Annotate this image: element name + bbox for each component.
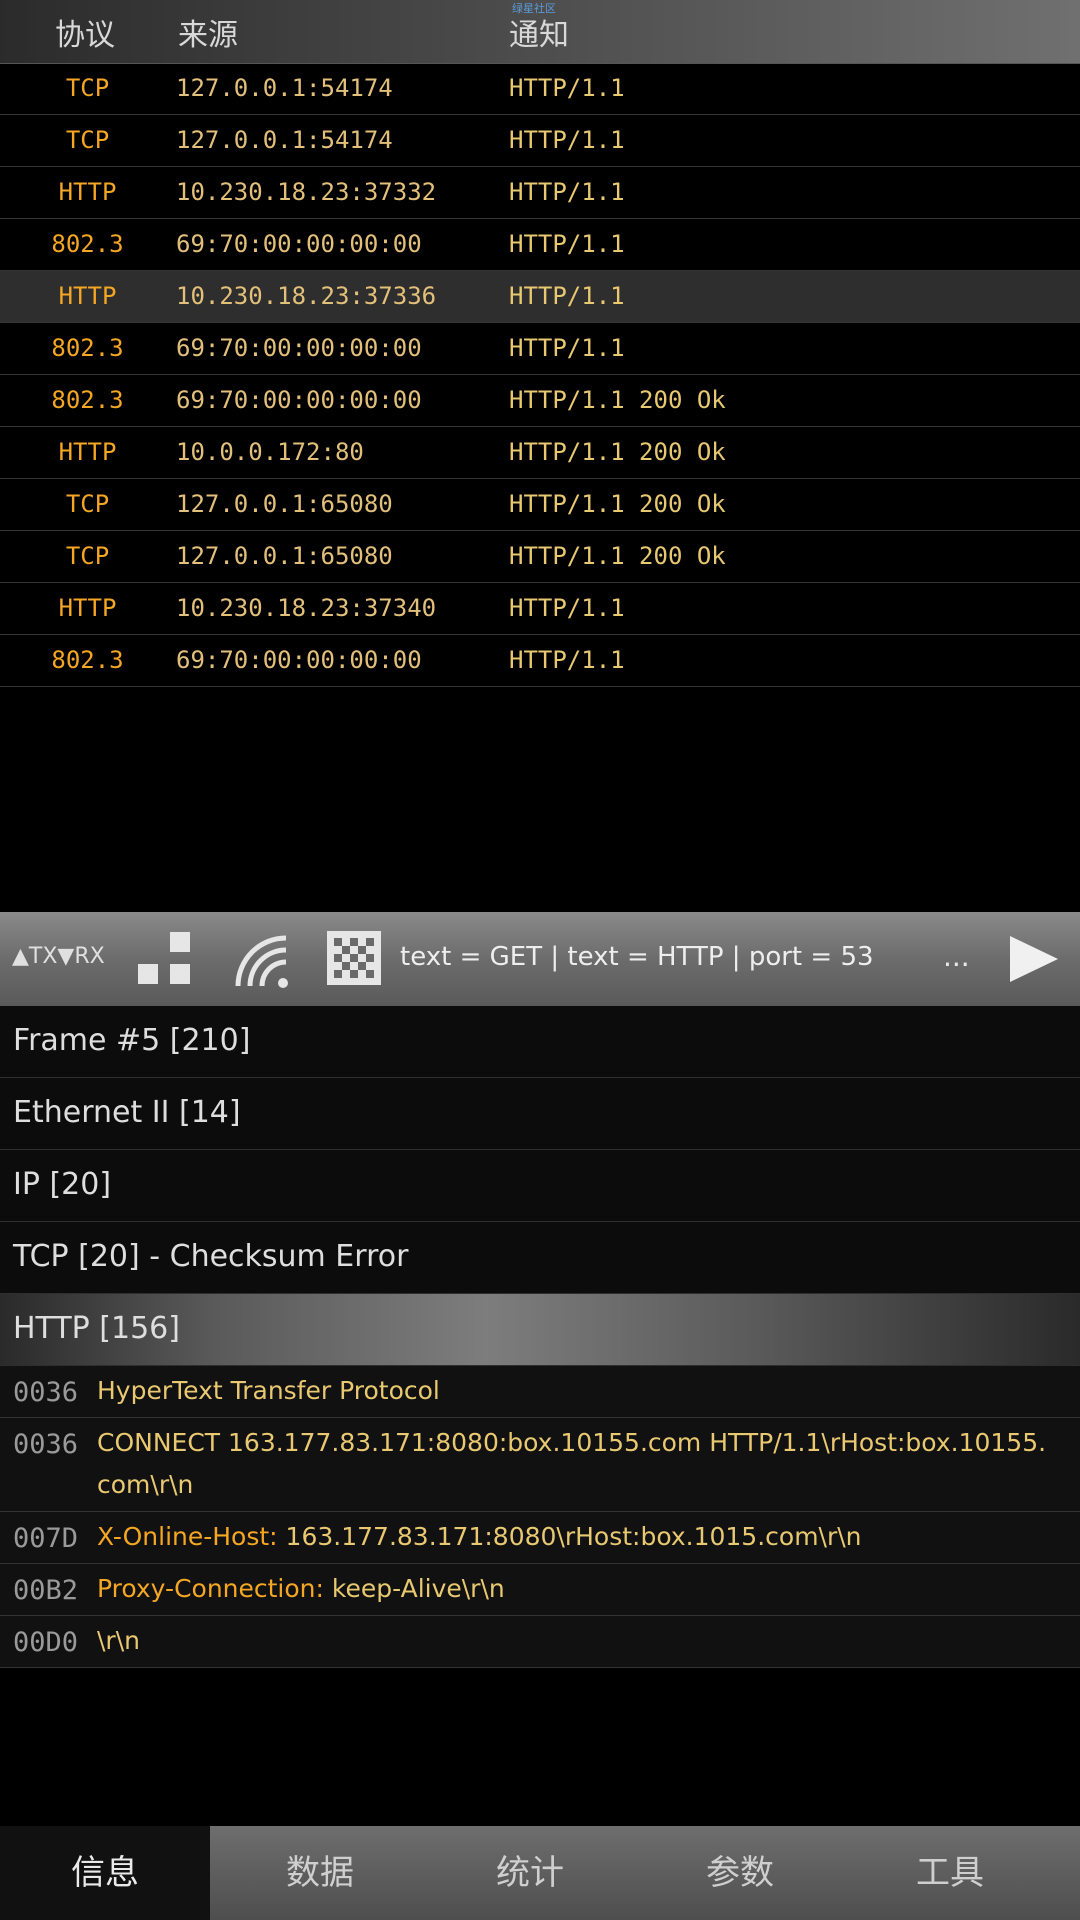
hex-text: CONNECT 163.177.83.171:8080:box.10155.co… [97, 1428, 1047, 1499]
packet-source: 69:70:00:00:00:00 [176, 230, 422, 258]
packet-protocol: 802.3 [51, 646, 124, 674]
tab-params[interactable]: 参数 [635, 1826, 845, 1920]
column-header: 绿星社区 协议 来源 通知 [0, 0, 1080, 64]
hex-text: keep-Alive\r\n [323, 1574, 505, 1603]
packet-notify: HTTP/1.1 200 Ok [509, 542, 726, 570]
packet-source: 127.0.0.1:65080 [176, 542, 393, 570]
packet-protocol: HTTP [58, 282, 117, 310]
wifi-icon[interactable] [230, 930, 290, 994]
hex-text: \r\n [97, 1626, 140, 1655]
packet-protocol: 802.3 [51, 230, 124, 258]
section-label: Ethernet II [14] [13, 1095, 241, 1130]
packet-protocol: TCP [65, 74, 110, 102]
packet-row[interactable]: 802.3 69:70:00:00:00:00 HTTP/1.1 [0, 635, 1080, 687]
packet-source: 10.0.0.172:80 [176, 438, 364, 466]
packet-notify: HTTP/1.1 [509, 646, 625, 674]
section-label: HTTP [156] [13, 1311, 180, 1346]
packet-notify: HTTP/1.1 [509, 334, 625, 362]
packet-notify: HTTP/1.1 [509, 594, 625, 622]
packet-row-selected[interactable]: HTTP 10.230.18.23:37336 HTTP/1.1 [0, 271, 1080, 323]
packet-source: 127.0.0.1:54174 [176, 74, 393, 102]
packet-notify: HTTP/1.1 [509, 126, 625, 154]
packet-source: 10.230.18.23:37340 [176, 594, 437, 622]
packet-notify: HTTP/1.1 200 Ok [509, 438, 726, 466]
hex-offset: 00D0 [13, 1627, 79, 1658]
filter-expression[interactable]: text = GET | text = HTTP | port = 53 [400, 942, 874, 972]
packet-row[interactable]: 802.3 69:70:00:00:00:00 HTTP/1.1 200 Ok [0, 375, 1080, 427]
packet-notify: HTTP/1.1 [509, 282, 625, 310]
hex-line[interactable]: 0036 HyperText Transfer Protocol [0, 1366, 1080, 1418]
play-icon[interactable] [1008, 934, 1060, 988]
packet-row[interactable]: TCP 127.0.0.1:54174 HTTP/1.1 [0, 115, 1080, 167]
section-tcp[interactable]: TCP [20] - Checksum Error [0, 1222, 1080, 1294]
packet-source: 10.230.18.23:37336 [176, 282, 437, 310]
packet-protocol: TCP [65, 126, 110, 154]
section-ethernet[interactable]: Ethernet II [14] [0, 1078, 1080, 1150]
packet-notify: HTTP/1.1 [509, 74, 625, 102]
header-notify[interactable]: 通知 [509, 10, 569, 54]
hex-offset: 0036 [13, 1377, 79, 1408]
packet-row[interactable]: 802.3 69:70:00:00:00:00 HTTP/1.1 [0, 219, 1080, 271]
packet-source: 69:70:00:00:00:00 [176, 386, 422, 414]
packet-notify: HTTP/1.1 [509, 230, 625, 258]
layout-icon[interactable] [136, 930, 192, 990]
section-frame[interactable]: Frame #5 [210] [0, 1006, 1080, 1078]
packet-row[interactable]: HTTP 10.230.18.23:37340 HTTP/1.1 [0, 583, 1080, 635]
grid-icon[interactable] [326, 930, 382, 990]
packet-row[interactable]: TCP 127.0.0.1:54174 HTTP/1.1 [0, 63, 1080, 115]
packet-protocol: TCP [65, 490, 110, 518]
bottom-tab-bar: 信息 数据 统计 参数 工具 [0, 1826, 1080, 1920]
more-button[interactable]: ... [943, 940, 970, 973]
hex-text: 163.177.83.171:8080\rHost:box.1015.com\r… [277, 1522, 862, 1551]
packet-list: TCP 127.0.0.1:54174 HTTP/1.1 TCP 127.0.0.1:… [0, 63, 1080, 687]
packet-row[interactable]: HTTP 10.0.0.172:80 HTTP/1.1 200 Ok [0, 427, 1080, 479]
hex-line[interactable]: 007D X-Online-Host: 163.177.83.171:8080\… [0, 1512, 1080, 1564]
packet-protocol: HTTP [58, 594, 117, 622]
packet-row[interactable]: 802.3 69:70:00:00:00:00 HTTP/1.1 [0, 323, 1080, 375]
hex-line[interactable]: 0036 CONNECT 163.177.83.171:8080:box.101… [0, 1418, 1080, 1512]
section-label: TCP [20] - Checksum Error [13, 1239, 409, 1274]
header-protocol[interactable]: 协议 [55, 10, 115, 54]
packet-source: 69:70:00:00:00:00 [176, 646, 422, 674]
txrx-toggle[interactable]: ▲TX▼RX [12, 944, 105, 969]
packet-notify: HTTP/1.1 200 Ok [509, 490, 726, 518]
section-http[interactable]: HTTP [156] [0, 1294, 1080, 1366]
hex-offset: 007D [13, 1523, 79, 1554]
packet-source: 127.0.0.1:54174 [176, 126, 393, 154]
tab-data[interactable]: 数据 [215, 1826, 425, 1920]
hex-line[interactable]: 00B2 Proxy-Connection: keep-Alive\r\n [0, 1564, 1080, 1616]
tab-stats[interactable]: 统计 [425, 1826, 635, 1920]
packet-notify: HTTP/1.1 [509, 178, 625, 206]
hex-offset: 00B2 [13, 1575, 79, 1606]
hex-key: X-Online-Host: [97, 1522, 278, 1551]
section-ip[interactable]: IP [20] [0, 1150, 1080, 1222]
packet-row[interactable]: TCP 127.0.0.1:65080 HTTP/1.1 200 Ok [0, 479, 1080, 531]
packet-row[interactable]: TCP 127.0.0.1:65080 HTTP/1.1 200 Ok [0, 531, 1080, 583]
packet-protocol: TCP [65, 542, 110, 570]
packet-detail: Frame #5 [210] Ethernet II [14] IP [20] … [0, 1006, 1080, 1668]
hex-key: Proxy-Connection: [97, 1574, 324, 1603]
packet-notify: HTTP/1.1 200 Ok [509, 386, 726, 414]
packet-source: 69:70:00:00:00:00 [176, 334, 422, 362]
capture-toolbar: ▲TX▼RX text = GET | text = HTTP | port =… [0, 912, 1080, 1006]
hex-line[interactable]: 00D0 \r\n [0, 1616, 1080, 1668]
packet-row[interactable]: HTTP 10.230.18.23:37332 HTTP/1.1 [0, 167, 1080, 219]
tab-tools[interactable]: 工具 [845, 1826, 1055, 1920]
header-source[interactable]: 来源 [178, 10, 238, 54]
hex-offset: 0036 [13, 1429, 79, 1460]
packet-protocol: HTTP [58, 438, 117, 466]
packet-protocol: HTTP [58, 178, 117, 206]
section-label: IP [20] [13, 1167, 112, 1202]
packet-source: 127.0.0.1:65080 [176, 490, 393, 518]
section-label: Frame #5 [210] [13, 1023, 251, 1058]
packet-source: 10.230.18.23:37332 [176, 178, 437, 206]
tab-info[interactable]: 信息 [0, 1826, 210, 1920]
packet-protocol: 802.3 [51, 334, 124, 362]
packet-protocol: 802.3 [51, 386, 124, 414]
hex-text: HyperText Transfer Protocol [97, 1376, 440, 1405]
